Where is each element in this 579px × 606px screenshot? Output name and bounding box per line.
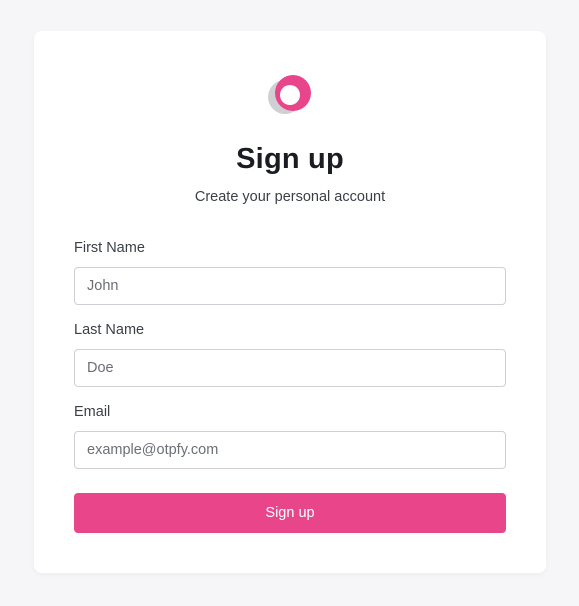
ring-logo-icon — [265, 71, 315, 119]
first-name-field[interactable] — [74, 267, 506, 305]
email-label: Email — [74, 404, 111, 420]
last-name-label: Last Name — [74, 322, 145, 338]
email-field[interactable] — [74, 431, 506, 469]
page-title: Sign up — [236, 143, 344, 175]
first-name-label: First Name — [74, 240, 145, 256]
page-subtitle: Create your personal account — [194, 189, 386, 205]
signup-card: Sign up Create your personal account Fir… — [34, 31, 546, 573]
last-name-field[interactable] — [74, 349, 506, 387]
sign-up-button[interactable]: Sign up — [74, 493, 506, 533]
